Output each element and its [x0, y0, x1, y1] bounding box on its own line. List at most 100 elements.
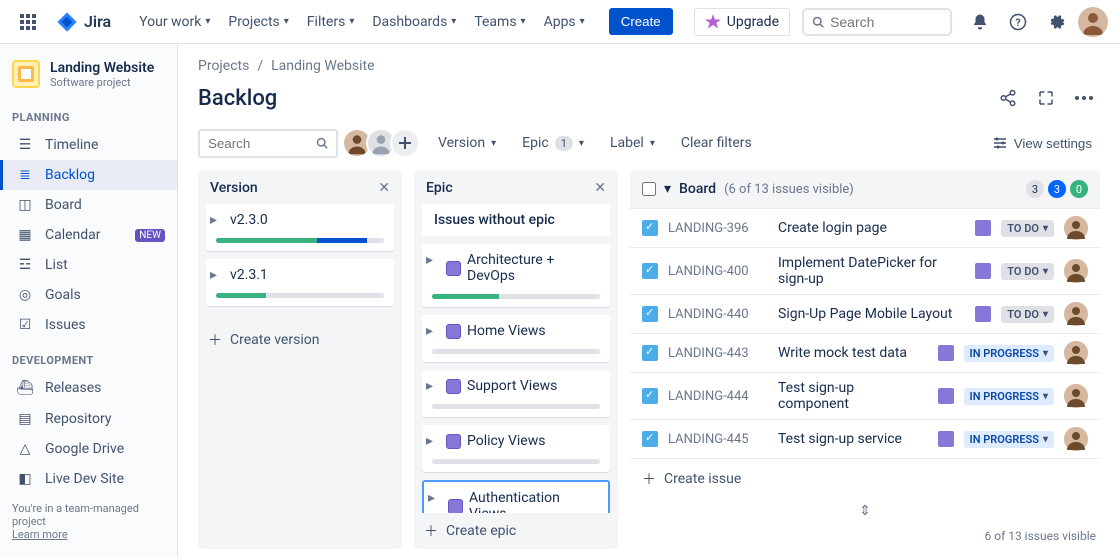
- issue-row[interactable]: LANDING-396 Create login page TO DO ▾: [630, 208, 1100, 248]
- upgrade-button[interactable]: Upgrade: [694, 8, 790, 36]
- share-icon[interactable]: [992, 82, 1024, 114]
- learn-more-link[interactable]: Learn more: [12, 528, 68, 541]
- sidebar-item-timeline[interactable]: ☰ Timeline: [0, 130, 177, 160]
- breadcrumbs: Projects / Landing Website: [178, 44, 1120, 78]
- assignee-avatar[interactable]: [1064, 216, 1088, 240]
- nav-your-work[interactable]: Your work▾: [131, 8, 218, 36]
- create-epic-button[interactable]: ＋ Create epic: [414, 513, 618, 549]
- assignee-avatar[interactable]: [1064, 427, 1088, 451]
- breadcrumb-projects[interactable]: Projects: [198, 58, 249, 74]
- assignee-avatar[interactable]: [1064, 259, 1088, 283]
- label-filter[interactable]: Label ▾: [602, 130, 663, 156]
- issues-without-epic[interactable]: Issues without epic: [422, 204, 610, 236]
- epic-card[interactable]: ▸ Architecture + DevOps: [422, 244, 610, 307]
- sidebar-item-goals[interactable]: ◎ Goals: [0, 280, 177, 310]
- epic-chip-icon[interactable]: [975, 306, 991, 322]
- issue-row[interactable]: LANDING-440 Sign-Up Page Mobile Layout T…: [630, 295, 1100, 334]
- breadcrumb-project-name[interactable]: Landing Website: [271, 58, 374, 74]
- nav-projects-label: Projects: [228, 14, 279, 30]
- nav-teams[interactable]: Teams▾: [466, 8, 533, 36]
- collapse-icon[interactable]: ▾: [664, 181, 671, 197]
- fullscreen-icon[interactable]: [1030, 82, 1062, 114]
- help-icon[interactable]: ?: [1002, 6, 1034, 38]
- backlog-search[interactable]: [198, 129, 338, 158]
- backlog-search-input[interactable]: [208, 136, 310, 151]
- sidebar-item-list[interactable]: ☲ List: [0, 250, 177, 280]
- nav-projects[interactable]: Projects▾: [220, 8, 296, 36]
- expand-icon[interactable]: ▸: [426, 433, 433, 449]
- backlog-icon: ≣: [15, 167, 35, 183]
- sidebar-item-google-drive[interactable]: △ Google Drive: [0, 434, 177, 464]
- expand-icon[interactable]: ▸: [426, 252, 433, 268]
- sidebar-item-board[interactable]: ◫ Board: [0, 190, 177, 220]
- nav-apps[interactable]: Apps▾: [536, 8, 593, 36]
- topbar-action-icons: ?: [964, 6, 1108, 38]
- settings-icon[interactable]: [1040, 6, 1072, 38]
- issue-key[interactable]: LANDING-444: [668, 389, 768, 404]
- assignee-avatar[interactable]: [1064, 384, 1088, 408]
- sidebar-item-releases[interactable]: ⛴ Releases: [0, 373, 177, 403]
- status-dropdown[interactable]: TO DO ▾: [1001, 263, 1054, 280]
- assignee-avatar[interactable]: [1064, 341, 1088, 365]
- status-dropdown[interactable]: TO DO ▾: [1001, 306, 1054, 323]
- nav-filters[interactable]: Filters▾: [299, 8, 363, 36]
- epic-chip-icon[interactable]: [975, 263, 991, 279]
- epic-card[interactable]: ▸ Authentication Views: [422, 480, 610, 513]
- add-assignee-button[interactable]: [390, 128, 420, 158]
- expand-icon[interactable]: ▸: [426, 323, 433, 339]
- epic-chip-icon[interactable]: [938, 431, 954, 447]
- sidebar-item-live-dev-site[interactable]: ◧ Live Dev Site: [0, 464, 177, 494]
- global-search[interactable]: [802, 8, 952, 36]
- nav-dashboards[interactable]: Dashboards▾: [364, 8, 464, 36]
- create-version-button[interactable]: ＋ Create version: [198, 322, 402, 358]
- status-dropdown[interactable]: TO DO ▾: [1001, 220, 1054, 237]
- project-header[interactable]: Landing Website Software project: [0, 60, 177, 97]
- sidebar-item-backlog[interactable]: ≣ Backlog: [0, 160, 177, 190]
- profile-avatar[interactable]: [1078, 7, 1108, 37]
- issue-key[interactable]: LANDING-440: [668, 307, 768, 322]
- app-switcher-icon[interactable]: [12, 6, 44, 38]
- close-column-icon[interactable]: ✕: [378, 180, 390, 196]
- issue-key[interactable]: LANDING-445: [668, 432, 768, 447]
- issue-row[interactable]: LANDING-444 Test sign-up component IN PR…: [630, 373, 1100, 420]
- issue-key[interactable]: LANDING-443: [668, 346, 768, 361]
- global-search-input[interactable]: [830, 14, 942, 30]
- sidebar-item-repository[interactable]: ▤ Repository: [0, 404, 177, 434]
- epic-chip-icon[interactable]: [938, 345, 954, 361]
- epic-card[interactable]: ▸ Support Views: [422, 370, 610, 417]
- notifications-icon[interactable]: [964, 6, 996, 38]
- version-filter[interactable]: Version ▾: [430, 130, 504, 156]
- assignee-avatar[interactable]: [1064, 302, 1088, 326]
- status-dropdown[interactable]: IN PROGRESS ▾: [964, 431, 1054, 448]
- clear-filters-button[interactable]: Clear filters: [673, 130, 760, 156]
- expand-icon[interactable]: ▸: [210, 212, 217, 228]
- board-select-all-checkbox[interactable]: [642, 182, 656, 196]
- epic-card[interactable]: ▸ Home Views: [422, 315, 610, 362]
- epic-filter[interactable]: Epic 1 ▾: [514, 130, 592, 156]
- version-card[interactable]: ▸ v2.3.1: [206, 259, 394, 306]
- status-dropdown[interactable]: IN PROGRESS ▾: [964, 345, 1054, 362]
- more-actions-icon[interactable]: [1068, 82, 1100, 114]
- epic-icon: [446, 324, 461, 339]
- status-dropdown[interactable]: IN PROGRESS ▾: [964, 388, 1054, 405]
- expand-icon[interactable]: ▸: [428, 490, 435, 506]
- sidebar-item-issues[interactable]: ☑ Issues: [0, 310, 177, 340]
- issue-key[interactable]: LANDING-400: [668, 264, 768, 279]
- create-issue-button[interactable]: ＋ Create issue: [630, 459, 1100, 499]
- epic-card[interactable]: ▸ Policy Views: [422, 425, 610, 472]
- version-card[interactable]: ▸ v2.3.0: [206, 204, 394, 251]
- expand-icon[interactable]: ▸: [210, 267, 217, 283]
- expand-icon[interactable]: ▸: [426, 378, 433, 394]
- close-column-icon[interactable]: ✕: [594, 180, 606, 196]
- split-handle-icon[interactable]: ⇕: [630, 499, 1100, 523]
- issue-row[interactable]: LANDING-443 Write mock test data IN PROG…: [630, 334, 1100, 373]
- issue-key[interactable]: LANDING-396: [668, 221, 768, 236]
- sidebar-item-calendar[interactable]: ▦ Calendar NEW: [0, 220, 177, 250]
- epic-chip-icon[interactable]: [975, 220, 991, 236]
- create-button[interactable]: Create: [609, 8, 673, 35]
- jira-logo[interactable]: Jira: [48, 11, 119, 33]
- issue-row[interactable]: LANDING-445 Test sign-up service IN PROG…: [630, 420, 1100, 459]
- view-settings-button[interactable]: View settings: [984, 130, 1100, 156]
- epic-chip-icon[interactable]: [938, 388, 954, 404]
- issue-row[interactable]: LANDING-400 Implement DatePicker for sig…: [630, 248, 1100, 295]
